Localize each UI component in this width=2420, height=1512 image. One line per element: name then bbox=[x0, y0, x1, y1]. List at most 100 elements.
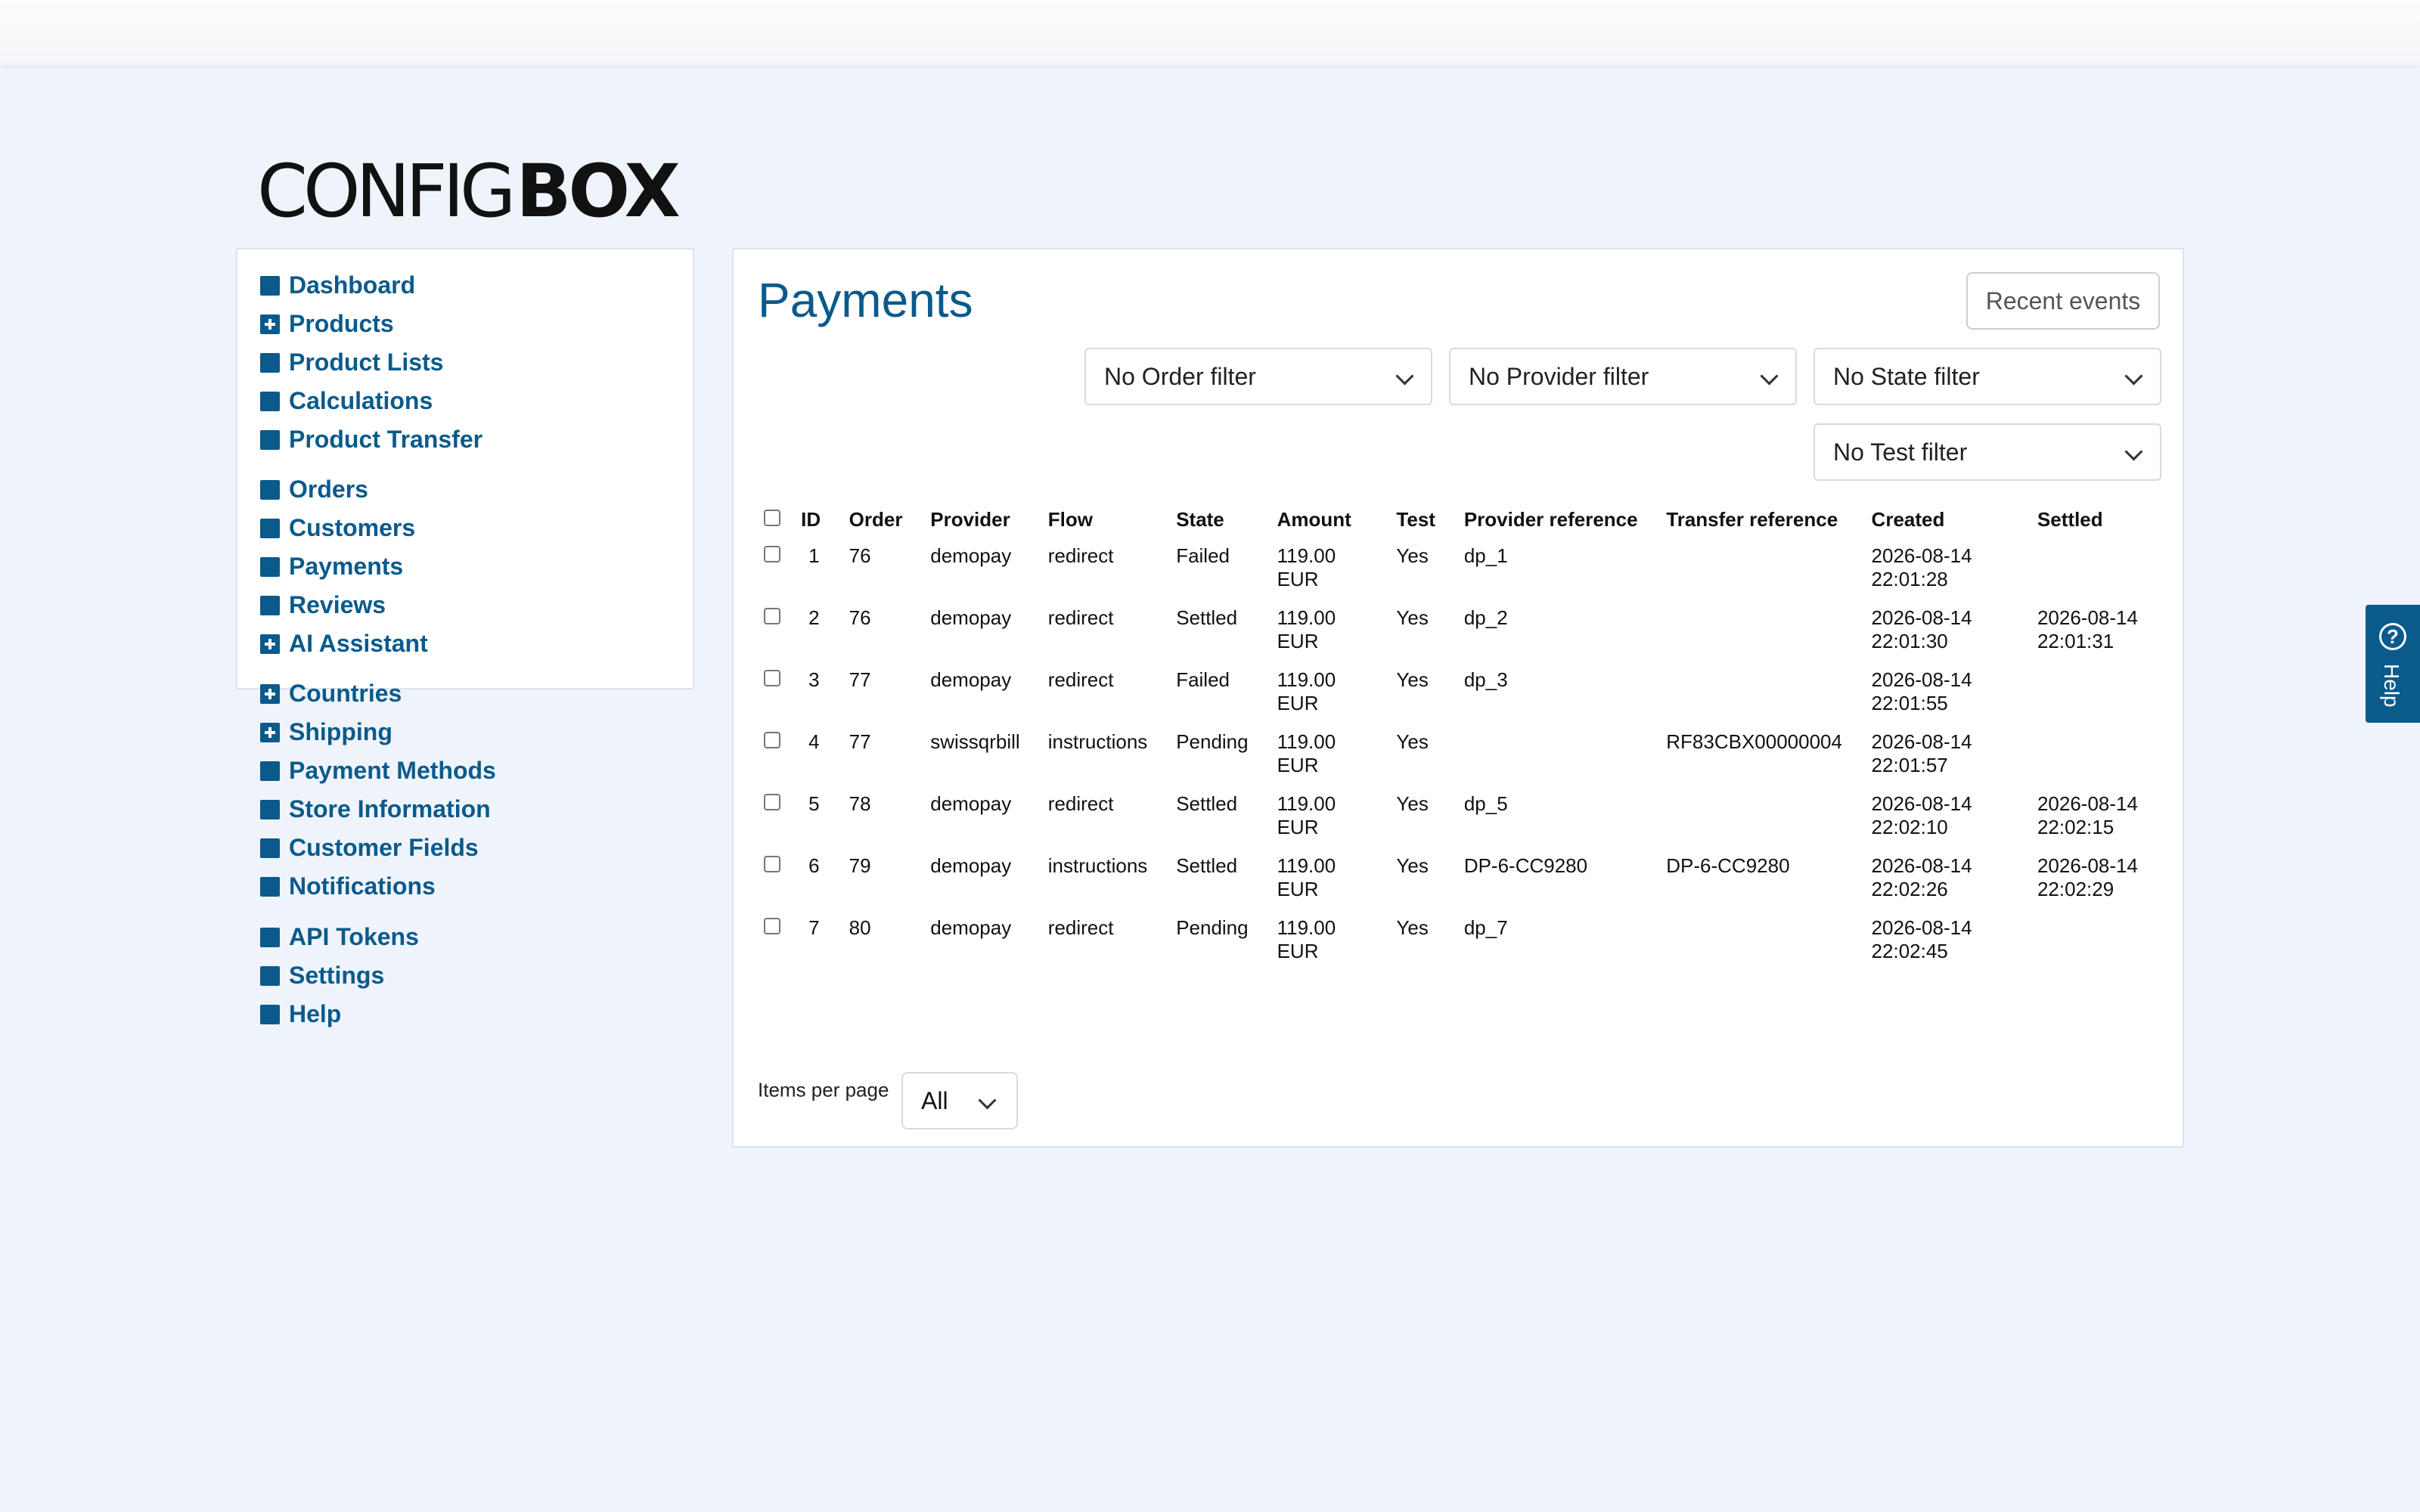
transfer-reference-cell: RF83CBX00000004 bbox=[1666, 723, 1871, 785]
provider-reference-value: dp_2 bbox=[1463, 606, 1508, 629]
row-checkbox[interactable] bbox=[764, 732, 780, 748]
help-tab[interactable]: ? Help bbox=[2366, 605, 2420, 723]
items-per-page-select[interactable]: All bbox=[901, 1072, 1018, 1129]
sidebar-item-store-information[interactable]: Store Information bbox=[260, 790, 496, 829]
settled-cell: 2026-08-14 22:02:29 bbox=[2037, 847, 2183, 909]
sidebar-item-label: Payments bbox=[289, 553, 404, 580]
chevron-down-icon bbox=[1395, 367, 1414, 386]
id-cell: 3 bbox=[801, 661, 849, 723]
provider-value: demopay bbox=[930, 668, 1012, 691]
flow-value: redirect bbox=[1047, 668, 1114, 691]
square-bullet-icon bbox=[260, 391, 280, 411]
select-all-checkbox[interactable] bbox=[764, 509, 780, 526]
plus-square-icon[interactable] bbox=[260, 722, 280, 742]
sidebar-item-product-transfer[interactable]: Product Transfer bbox=[260, 420, 482, 459]
id-value: 6 bbox=[808, 854, 820, 877]
square-bullet-icon bbox=[260, 352, 280, 373]
sidebar-item-reviews[interactable]: Reviews bbox=[260, 586, 428, 624]
state-cell: Pending bbox=[1176, 909, 1277, 971]
plus-square-icon[interactable] bbox=[260, 683, 280, 704]
table-row: 1 76 demopay redirect Failed 119.00 EUR Yes dp_1… bbox=[764, 537, 2183, 599]
amount-value: EUR bbox=[1277, 754, 1319, 776]
square-bullet-icon bbox=[260, 838, 280, 858]
chevron-down-icon bbox=[2124, 442, 2143, 461]
sidebar-item-dashboard[interactable]: Dashboard bbox=[260, 266, 482, 305]
sidebar-item-help[interactable]: Help bbox=[260, 995, 419, 1033]
order-value: 79 bbox=[849, 854, 871, 877]
amount-value: 119.00 bbox=[1277, 668, 1336, 691]
created-value: 2026-08-14 bbox=[1871, 668, 1972, 691]
flow-value: redirect bbox=[1047, 544, 1114, 567]
amount-cell: 119.00 EUR bbox=[1277, 723, 1397, 785]
created-value: 22:01:55 bbox=[1871, 692, 1948, 714]
sidebar-item-calculations[interactable]: Calculations bbox=[260, 382, 482, 420]
square-bullet-icon bbox=[260, 799, 280, 820]
id-value: 7 bbox=[808, 916, 820, 939]
square-bullet-icon bbox=[260, 1004, 280, 1024]
sidebar-item-countries[interactable]: Countries bbox=[260, 674, 496, 713]
recent-events-button[interactable]: Recent events bbox=[1966, 272, 2160, 330]
table-row: 4 77 swissqrbill instructions Pending 119.00 E… bbox=[764, 723, 2183, 785]
sidebar-item-notifications[interactable]: Notifications bbox=[260, 867, 496, 906]
sidebar-item-label: Customer Fields bbox=[289, 834, 479, 861]
test-cell: Yes bbox=[1396, 599, 1463, 661]
state-cell: Settled bbox=[1176, 599, 1277, 661]
sidebar-item-label: Product Transfer bbox=[289, 426, 483, 453]
sidebar-item-customer-fields[interactable]: Customer Fields bbox=[260, 829, 496, 867]
order-value: 78 bbox=[849, 792, 871, 815]
provider-filter-value: No Provider filter bbox=[1469, 362, 1649, 390]
table-row: 6 79 demopay instructions Settled 119.00 EUR Ye… bbox=[764, 847, 2183, 909]
order-value: 77 bbox=[849, 668, 871, 691]
sidebar-item-payments[interactable]: Payments bbox=[260, 547, 428, 586]
test-filter-select[interactable]: No Test filter bbox=[1813, 423, 2161, 481]
state-filter-value: No State filter bbox=[1833, 362, 1980, 390]
column-header-provider: Provider bbox=[930, 507, 1010, 531]
flow-value: instructions bbox=[1047, 730, 1148, 753]
sidebar-item-label: Dashboard bbox=[289, 271, 416, 299]
state-value: Settled bbox=[1176, 792, 1238, 815]
sidebar-item-orders[interactable]: Orders bbox=[260, 470, 428, 509]
column-header-flow: Flow bbox=[1047, 507, 1093, 531]
sidebar-item-ai-assistant[interactable]: AI Assistant bbox=[260, 624, 428, 663]
provider-filter-select[interactable]: No Provider filter bbox=[1449, 348, 1797, 405]
id-cell: 5 bbox=[801, 785, 849, 847]
table-row: 2 76 demopay redirect Settled 119.00 EUR Yes dp_… bbox=[764, 599, 2183, 661]
transfer-reference-cell bbox=[1666, 599, 1871, 661]
order-cell: 78 bbox=[849, 785, 931, 847]
test-value: Yes bbox=[1396, 668, 1429, 691]
nav-group-catalog: Dashboard Products Product Lists Calculatio… bbox=[260, 266, 482, 459]
payments-table: ID Order Provider Flow State Amount Test Provid… bbox=[764, 502, 2183, 971]
transfer-reference-cell bbox=[1666, 537, 1871, 599]
row-checkbox[interactable] bbox=[764, 794, 780, 810]
sidebar-item-products[interactable]: Products bbox=[260, 305, 482, 343]
created-cell: 2026-08-14 22:02:45 bbox=[1872, 909, 2037, 971]
id-value: 3 bbox=[808, 668, 820, 691]
sidebar-item-settings[interactable]: Settings bbox=[260, 956, 419, 995]
test-cell: Yes bbox=[1396, 723, 1463, 785]
row-checkbox[interactable] bbox=[764, 918, 780, 934]
transfer-reference-value: DP-6-CC9280 bbox=[1666, 854, 1790, 877]
flow-cell: redirect bbox=[1048, 785, 1176, 847]
amount-value: EUR bbox=[1277, 692, 1319, 714]
row-checkbox[interactable] bbox=[764, 546, 780, 562]
row-checkbox[interactable] bbox=[764, 670, 780, 686]
amount-cell: 119.00 EUR bbox=[1277, 847, 1397, 909]
order-filter-select[interactable]: No Order filter bbox=[1084, 348, 1432, 405]
row-checkbox[interactable] bbox=[764, 856, 780, 872]
sidebar-item-shipping[interactable]: Shipping bbox=[260, 713, 496, 751]
provider-reference-cell: dp_3 bbox=[1464, 661, 1666, 723]
sidebar-item-product-lists[interactable]: Product Lists bbox=[260, 343, 482, 382]
plus-square-icon[interactable] bbox=[260, 634, 280, 654]
table-row: 7 80 demopay redirect Pending 119.00 EUR Yes dp_… bbox=[764, 909, 2183, 971]
provider-value: demopay bbox=[930, 916, 1012, 939]
state-filter-select[interactable]: No State filter bbox=[1813, 348, 2161, 405]
sidebar-item-api-tokens[interactable]: API Tokens bbox=[260, 918, 419, 956]
row-checkbox[interactable] bbox=[764, 608, 780, 624]
sidebar-item-customers[interactable]: Customers bbox=[260, 509, 428, 547]
amount-value: EUR bbox=[1277, 878, 1319, 900]
plus-square-icon[interactable] bbox=[260, 314, 280, 334]
sidebar-item-payment-methods[interactable]: Payment Methods bbox=[260, 751, 496, 790]
sidebar-item-label: Notifications bbox=[289, 872, 436, 900]
provider-value: swissqrbill bbox=[930, 730, 1020, 753]
order-cell: 77 bbox=[849, 661, 931, 723]
